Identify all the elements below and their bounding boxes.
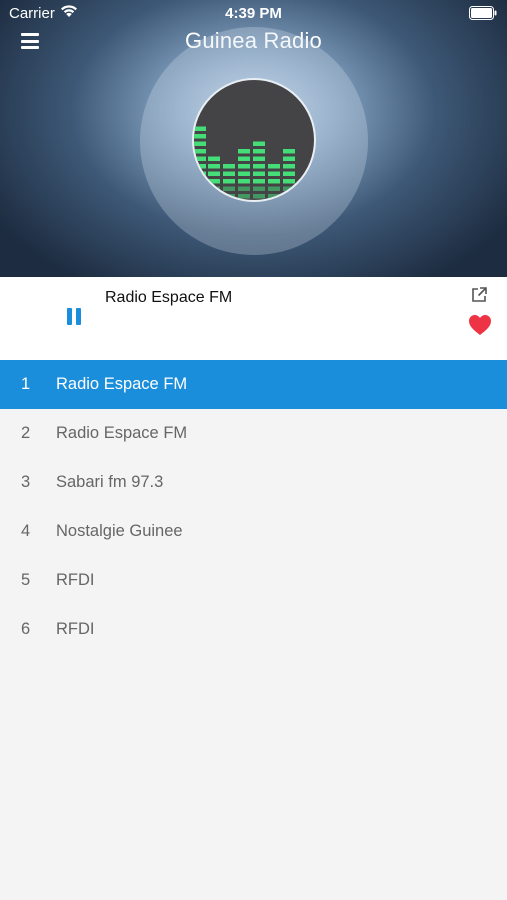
pause-button[interactable]: [62, 307, 86, 331]
station-row[interactable]: 1 Radio Espace FM: [0, 360, 507, 409]
equalizer-icon: [194, 126, 295, 199]
header: Carrier 4:39 PM Guinea Radio: [0, 0, 507, 277]
station-row[interactable]: 5 RFDI: [0, 556, 507, 605]
status-time: 4:39 PM: [225, 5, 282, 22]
station-row[interactable]: 2 Radio Espace FM: [0, 409, 507, 458]
station-name: Radio Espace FM: [56, 375, 188, 393]
station-name: Sabari fm 97.3: [56, 473, 164, 491]
station-artwork: [192, 78, 316, 202]
station-list: 1 Radio Espace FM 2 Radio Espace FM 3 Sabari …: [0, 360, 507, 654]
status-bar: Carrier 4:39 PM: [0, 0, 507, 28]
favorite-heart-icon[interactable]: [468, 314, 492, 336]
station-name: RFDI: [56, 620, 95, 638]
station-number: 2: [21, 424, 31, 442]
battery-icon: [469, 6, 497, 20]
share-icon[interactable]: [470, 286, 488, 304]
station-name: Nostalgie Guinee: [56, 522, 183, 540]
station-row[interactable]: 6 RFDI: [0, 605, 507, 654]
station-row[interactable]: 3 Sabari fm 97.3: [0, 458, 507, 507]
station-row[interactable]: 4 Nostalgie Guinee: [0, 507, 507, 556]
now-playing-bar: Radio Espace FM: [0, 277, 507, 360]
station-number: 6: [21, 620, 31, 638]
station-name: Radio Espace FM: [56, 424, 188, 442]
station-number: 4: [21, 522, 31, 540]
now-playing-title: Radio Espace FM: [105, 289, 233, 306]
station-number: 3: [21, 473, 31, 491]
station-number: 1: [21, 375, 31, 393]
station-name: RFDI: [56, 571, 95, 589]
station-number: 5: [21, 571, 31, 589]
